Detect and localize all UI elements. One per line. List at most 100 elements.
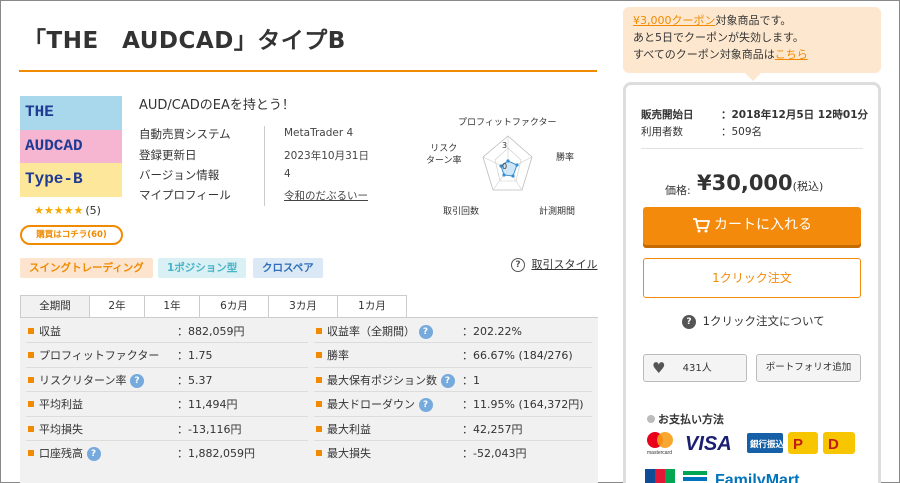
- cart-button-label: カートに入れる: [714, 217, 812, 233]
- familymart-icon: FamilyMart: [683, 471, 800, 483]
- svg-text:VISA: VISA: [685, 433, 732, 455]
- stat-value-max-positions: ：1: [462, 374, 480, 387]
- price: ¥30,000(税込): [697, 171, 823, 195]
- stat-label: 収益率（全期間） ?: [316, 320, 433, 344]
- tab-3m[interactable]: 3カ月: [268, 295, 338, 317]
- radar-label-trades: 取引回数: [443, 207, 480, 217]
- users-label: 利用者数: [641, 126, 683, 138]
- purchase-review-button[interactable]: 購買はコチラ(60): [20, 225, 123, 245]
- page-title: 「THE AUDCAD」タイプB: [23, 28, 346, 54]
- mastercard-icon: mastercard: [647, 432, 673, 456]
- stat-label: 最大ドローダウン ?: [316, 393, 433, 417]
- cart-icon: [693, 218, 710, 233]
- tag-swing-trading[interactable]: スイングトレーディング: [20, 258, 153, 278]
- coupon-expiry: あと5日でクーポンが失効します。: [633, 31, 804, 44]
- coupon-notice: ¥3,000クーポン対象商品です。 あと5日でクーポンが失効します。 すべてのク…: [623, 7, 881, 73]
- stat-value-max-loss: ：-52,043円: [462, 447, 527, 460]
- stat-value-balance: ：1,882,059円: [177, 447, 255, 460]
- radar-label-pf: プロフィットファクター: [458, 118, 557, 128]
- stat-label: 収益: [28, 320, 61, 344]
- svg-text:mastercard: mastercard: [647, 450, 672, 456]
- stat-value-max-profit: ：42,257円: [462, 423, 523, 436]
- stat-value-win-rate: ：66.67% (184/276): [462, 349, 573, 362]
- help-icon[interactable]: ?: [86, 447, 101, 461]
- daily-icon: D: [823, 432, 855, 454]
- payment-heading: お支払い方法: [647, 411, 724, 427]
- rating[interactable]: ★★★★★ (5): [34, 204, 101, 217]
- info-label: 自動売買システム: [139, 127, 231, 141]
- stat-value-avg-loss: ：-13,116円: [177, 423, 242, 436]
- tag-one-position[interactable]: 1ポジション型: [158, 258, 247, 278]
- svg-text:FamilyMart: FamilyMart: [715, 472, 800, 483]
- tab-all[interactable]: 全期間: [20, 295, 90, 317]
- tab-1m[interactable]: 1カ月: [337, 295, 407, 317]
- stat-label: 勝率: [316, 344, 349, 368]
- coupon-pointer: [745, 73, 761, 81]
- radar-scale-max: 3: [502, 141, 508, 150]
- like-button[interactable]: ♥ 431人: [643, 354, 747, 382]
- price-amount: ¥30,000: [697, 171, 793, 195]
- profile-link[interactable]: 令和のだぶるいー: [284, 188, 368, 203]
- stat-label: 最大保有ポジション数 ?: [316, 369, 455, 393]
- tab-1y[interactable]: 1年: [144, 295, 200, 317]
- sale-start-label: 販売開始日: [641, 109, 694, 121]
- trading-style-link[interactable]: ? 取引スタイル: [511, 256, 598, 272]
- stat-label: プロフィットファクター: [28, 344, 159, 368]
- stat-value-profit: ：882,059円: [177, 325, 245, 338]
- star-rating-icons: ★★★★★: [34, 204, 84, 217]
- tab-6m[interactable]: 6カ月: [199, 295, 269, 317]
- about-one-click-label: 1クリック注文について: [702, 314, 825, 328]
- stat-value-max-drawdown: ：11.95% (164,372円): [462, 398, 584, 411]
- heart-icon: ♥: [652, 359, 666, 377]
- tab-2y[interactable]: 2年: [89, 295, 145, 317]
- tag-cross-pair[interactable]: クロスペア: [253, 258, 323, 278]
- platform-value: MetaTrader 4: [284, 127, 354, 139]
- question-icon: ?: [511, 258, 525, 272]
- stat-label: 最大損失: [316, 442, 371, 466]
- help-icon[interactable]: ?: [440, 374, 455, 388]
- review-count: (5): [85, 204, 101, 217]
- coupon-text: 対象商品です。: [715, 14, 792, 27]
- bank-transfer-icon: 銀行振込: [747, 433, 785, 453]
- help-icon[interactable]: ?: [129, 374, 144, 388]
- jcb-icon: [645, 469, 675, 483]
- payment-logos-row-2: FamilyMart: [643, 465, 863, 483]
- svg-text:銀行振込: 銀行振込: [749, 439, 785, 450]
- info-label: バージョン情報: [139, 168, 220, 182]
- coupon-all-link[interactable]: こちら: [775, 48, 808, 61]
- price-tax: (税込): [792, 180, 824, 193]
- stat-value-avg-profit: ：11,494円: [177, 398, 238, 411]
- about-one-click-link[interactable]: ? 1クリック注文について: [682, 313, 825, 329]
- period-tabs: 全期間 2年 1年 6カ月 3カ月 1カ月: [20, 295, 407, 317]
- coupon-link[interactable]: ¥3,000クーポン: [633, 14, 716, 27]
- logo-line-1: THE: [20, 96, 122, 130]
- help-icon[interactable]: ?: [418, 325, 433, 339]
- add-portfolio-button[interactable]: ポートフォリオ追加: [756, 354, 861, 382]
- one-click-order-button[interactable]: 1クリック注文: [643, 258, 861, 298]
- like-count: 431人: [682, 363, 712, 374]
- users-value: ：509名: [721, 126, 763, 138]
- add-to-cart-button[interactable]: カートに入れる: [643, 207, 861, 245]
- question-icon: ?: [682, 314, 696, 329]
- trading-style-label: 取引スタイル: [531, 258, 598, 271]
- stat-label: リスクリターン率 ?: [28, 369, 144, 393]
- logo-line-3: Type-B: [20, 163, 122, 197]
- help-icon[interactable]: ?: [418, 398, 433, 412]
- payeasy-icon: P: [788, 432, 818, 454]
- radar-label-risk-return: リスク ターン率: [426, 144, 462, 166]
- radar-label-winrate: 勝率: [556, 153, 575, 163]
- radar-scale-min: 0: [502, 162, 508, 171]
- svg-text:D: D: [828, 436, 839, 453]
- updated-date-value: 2023年10月31日: [284, 150, 369, 162]
- visa-icon: VISA: [685, 433, 732, 455]
- stat-label: 最大利益: [316, 418, 371, 442]
- product-tagline: AUD/CADのEAを持とう！: [139, 98, 295, 113]
- info-label: マイプロフィール: [139, 188, 231, 202]
- stat-label: 平均利益: [28, 393, 83, 417]
- stat-value-return-rate: ：202.22%: [462, 325, 522, 338]
- payment-logos: mastercard VISA 銀行振込 P D: [643, 430, 863, 456]
- stat-label: 平均損失: [28, 418, 83, 442]
- stat-label: 口座残高 ?: [28, 442, 101, 466]
- stats-panel: 収益 ：882,059円 プロフィットファクター ：1.75 リスクリターン率 …: [20, 317, 598, 483]
- stat-value-risk-return: ：5.37: [177, 374, 213, 387]
